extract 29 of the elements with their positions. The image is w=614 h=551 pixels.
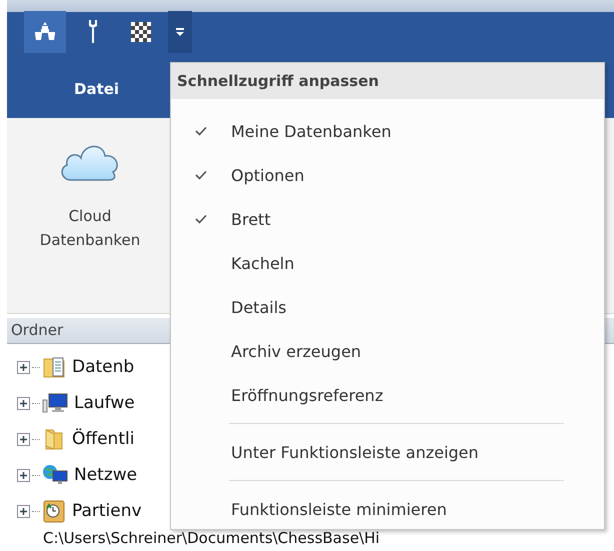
menu-item[interactable]: Eröffnungsreferenz [171,373,604,417]
toolbar-button[interactable] [24,11,66,53]
menu-title: Schnellzugriff anpassen [171,63,604,99]
tree-item[interactable]: Öffentli [72,429,134,449]
computer-icon [42,392,68,414]
folder-document-icon [42,356,66,378]
menu-item[interactable]: Optionen [171,153,604,197]
tree-item[interactable]: Laufwe [74,393,135,413]
menu-item[interactable]: Unter Funktionsleiste anzeigen [171,430,604,474]
menu-item[interactable]: Brett [171,197,604,241]
chessboard-icon [131,22,151,42]
expander-icon[interactable] [17,468,30,482]
menu-item[interactable]: Kacheln [171,241,604,285]
customize-toolbar-button[interactable] [168,11,192,53]
tree-item[interactable]: Partienv [72,501,142,521]
file-path[interactable]: C:\Users\Schreiner\Documents\ChessBase\Hi [43,529,614,547]
caret-icon [175,27,185,37]
ribbon-tab[interactable]: Datei [52,72,142,108]
tree-item[interactable]: Datenb [72,357,134,377]
expander-icon[interactable] [17,504,30,518]
menu-item[interactable]: Funktionsleiste minimieren [171,487,604,529]
clock-folder-icon [42,499,66,523]
menu-item[interactable]: Meine Datenbanken [171,109,604,153]
globe-computer-icon [42,464,68,486]
cloud-databases-button[interactable]: Cloud Datenbanken [15,138,165,252]
expander-icon[interactable] [17,432,30,446]
expander-icon[interactable] [17,360,30,374]
tree-item[interactable]: Netzwe [74,465,138,485]
expander-icon[interactable] [17,396,30,410]
